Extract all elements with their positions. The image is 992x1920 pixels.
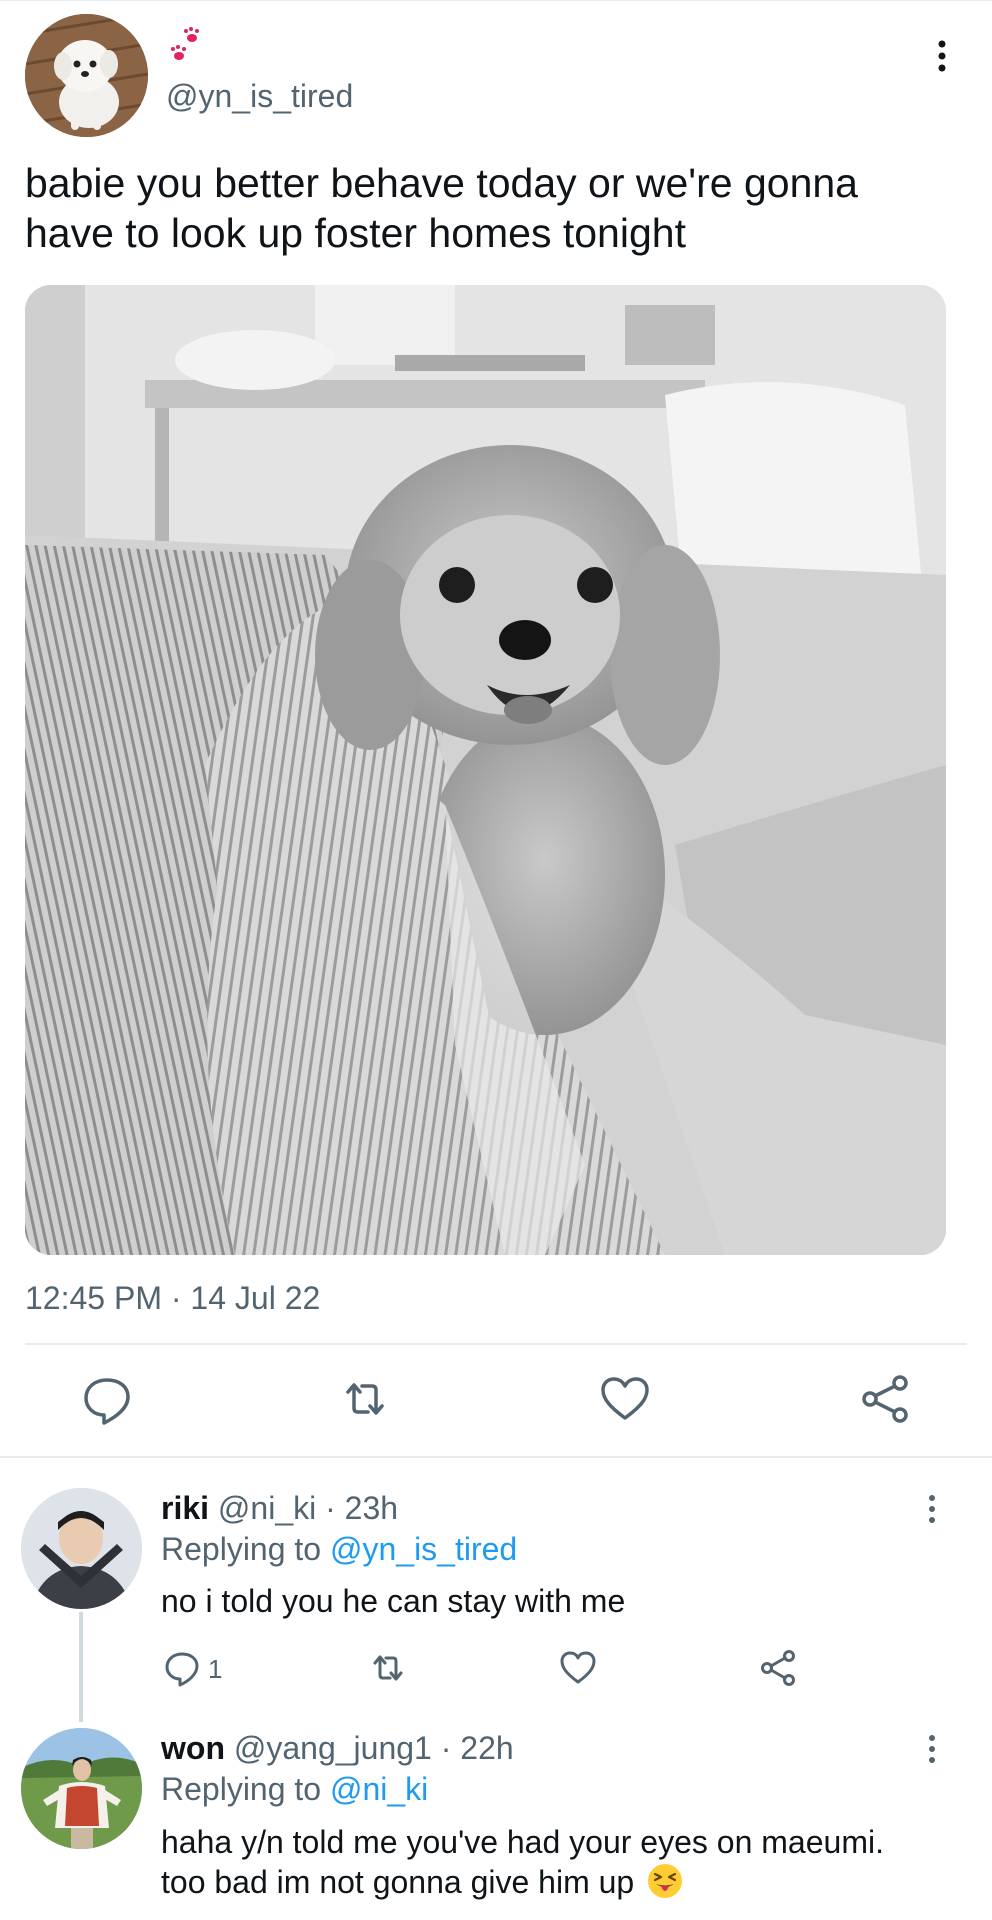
paw-prints-icon <box>171 27 199 60</box>
white-puppy-photo <box>25 14 148 137</box>
reply-button[interactable] <box>162 1648 202 1688</box>
replying-to-prefix: Replying to <box>161 1531 322 1567</box>
tweet-text: babie you better behave today or we're g… <box>25 158 965 258</box>
reply-header: riki @ni_ki · 23h <box>161 1490 398 1527</box>
reply-icon <box>165 1652 199 1687</box>
more-options-icon[interactable] <box>928 36 956 76</box>
like-button[interactable] <box>558 1648 598 1688</box>
tweet-text-line: babie you better behave today or we're g… <box>25 160 858 206</box>
replying-to-link[interactable]: @yn_is_tired <box>330 1531 517 1567</box>
replying-to-link[interactable]: @ni_ki <box>330 1771 428 1807</box>
author-handle[interactable]: @yn_is_tired <box>166 78 353 115</box>
reply-button[interactable] <box>80 1372 134 1426</box>
squinting-face-with-tongue-emoji <box>648 1864 683 1898</box>
reply-text: haha y/n told me you've had your eyes on… <box>161 1822 961 1902</box>
reply-text-line: too bad im not gonna give him up <box>161 1864 635 1900</box>
retweet-icon <box>346 1383 384 1415</box>
more-options-icon[interactable] <box>920 1732 944 1766</box>
like-icon <box>601 1377 649 1420</box>
divider <box>0 1456 992 1458</box>
dog-in-bed-photo <box>25 285 946 1255</box>
tweet-photo[interactable] <box>25 285 946 1255</box>
won-avatar-photo <box>21 1728 142 1849</box>
tweet-date: 14 Jul 22 <box>190 1280 321 1316</box>
replying-to-prefix: Replying to <box>161 1771 322 1807</box>
reply-separator: · <box>325 1490 336 1526</box>
reply-age[interactable]: 23h <box>345 1490 398 1526</box>
share-icon <box>862 1375 908 1423</box>
reply-avatar[interactable] <box>21 1728 142 1849</box>
share-button[interactable] <box>858 1372 912 1426</box>
reply-age[interactable]: 22h <box>460 1730 513 1766</box>
reply-author-handle[interactable]: @yang_jung1 <box>234 1730 432 1766</box>
thread-connector <box>79 1612 83 1722</box>
reply-header: won @yang_jung1 · 22h <box>161 1730 514 1767</box>
like-button[interactable] <box>598 1372 652 1426</box>
like-icon <box>560 1651 596 1684</box>
tweet-timestamp[interactable]: 12:45 PM · 14 Jul 22 <box>25 1280 320 1317</box>
reply-text: no i told you he can stay with me <box>161 1581 961 1621</box>
replying-to: Replying to @yn_is_tired <box>161 1531 517 1568</box>
replying-to: Replying to @ni_ki <box>161 1771 428 1808</box>
divider <box>25 1343 967 1345</box>
reply-author-name[interactable]: won <box>161 1730 225 1766</box>
tweet-time: 12:45 PM <box>25 1280 162 1316</box>
reply-text-line-2: too bad im not gonna give him up <box>161 1862 961 1902</box>
reply-icon <box>84 1378 130 1425</box>
reply-author-handle[interactable]: @ni_ki <box>218 1490 316 1526</box>
share-button[interactable] <box>758 1648 798 1688</box>
retweet-button[interactable] <box>338 1372 392 1426</box>
top-divider <box>0 0 992 1</box>
retweet-icon <box>373 1655 403 1681</box>
reply-count: 1 <box>208 1654 223 1684</box>
riki-avatar-photo <box>21 1488 142 1609</box>
author-avatar[interactable] <box>25 14 148 137</box>
reply-text-line: haha y/n told me you've had your eyes on… <box>161 1824 884 1860</box>
share-icon <box>761 1650 795 1686</box>
more-options-icon[interactable] <box>920 1492 944 1526</box>
tweet-text-line: have to look up foster homes tonight <box>25 210 686 256</box>
retweet-button[interactable] <box>368 1648 408 1688</box>
reply-avatar[interactable] <box>21 1488 142 1609</box>
timestamp-separator: · <box>170 1280 182 1316</box>
reply-author-name[interactable]: riki <box>161 1490 209 1526</box>
reply-separator: · <box>440 1730 452 1766</box>
reply-text-line: no i told you he can stay with me <box>161 1583 626 1619</box>
